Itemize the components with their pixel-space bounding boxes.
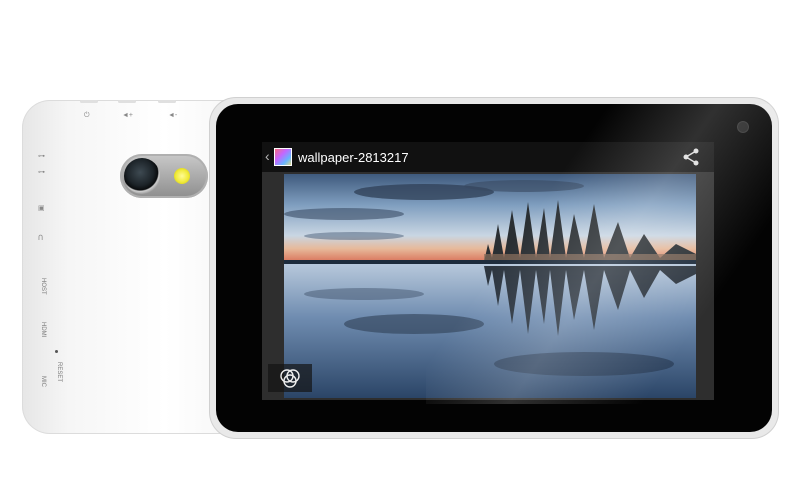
volume-down-button bbox=[158, 100, 176, 103]
gallery-app-icon[interactable] bbox=[274, 148, 292, 166]
action-bar: ‹ wallpaper-2813217 bbox=[262, 142, 714, 172]
mic-label: MIC bbox=[40, 376, 46, 387]
rear-camera-lens bbox=[124, 158, 160, 194]
usb-icon: ⊶ bbox=[38, 153, 45, 160]
card-slot-icon: ▣ bbox=[38, 205, 45, 212]
wallpaper-photo bbox=[284, 174, 696, 398]
host-label: HOST bbox=[40, 278, 46, 295]
tablet-screen: ‹ wallpaper-2813217 bbox=[262, 142, 714, 400]
camera-flash bbox=[174, 168, 190, 184]
power-icon: ⏻ bbox=[84, 112, 90, 119]
screen-bezel: ‹ wallpaper-2813217 bbox=[216, 104, 800, 432]
reset-label: RESET bbox=[56, 362, 62, 383]
usb-port-icon: ⊶ bbox=[38, 169, 45, 176]
rear-camera-module bbox=[120, 154, 208, 198]
chevron-left-icon[interactable]: ‹ bbox=[265, 148, 270, 164]
share-icon[interactable] bbox=[682, 148, 700, 166]
photo-filters-button[interactable] bbox=[268, 364, 312, 392]
front-camera bbox=[738, 122, 748, 132]
volume-up-button bbox=[118, 100, 136, 103]
photo-filters-icon bbox=[280, 369, 300, 388]
hdmi-label: HDMI bbox=[40, 322, 46, 338]
image-title: wallpaper-2813217 bbox=[298, 150, 409, 165]
headphone-icon: Ո bbox=[38, 235, 44, 242]
volume-down-icon: ◄- bbox=[168, 112, 178, 119]
volume-up-icon: ◄+ bbox=[122, 112, 134, 119]
power-button bbox=[80, 100, 98, 103]
reset-hole bbox=[55, 350, 58, 353]
tablet-front: ‹ wallpaper-2813217 bbox=[210, 98, 800, 438]
